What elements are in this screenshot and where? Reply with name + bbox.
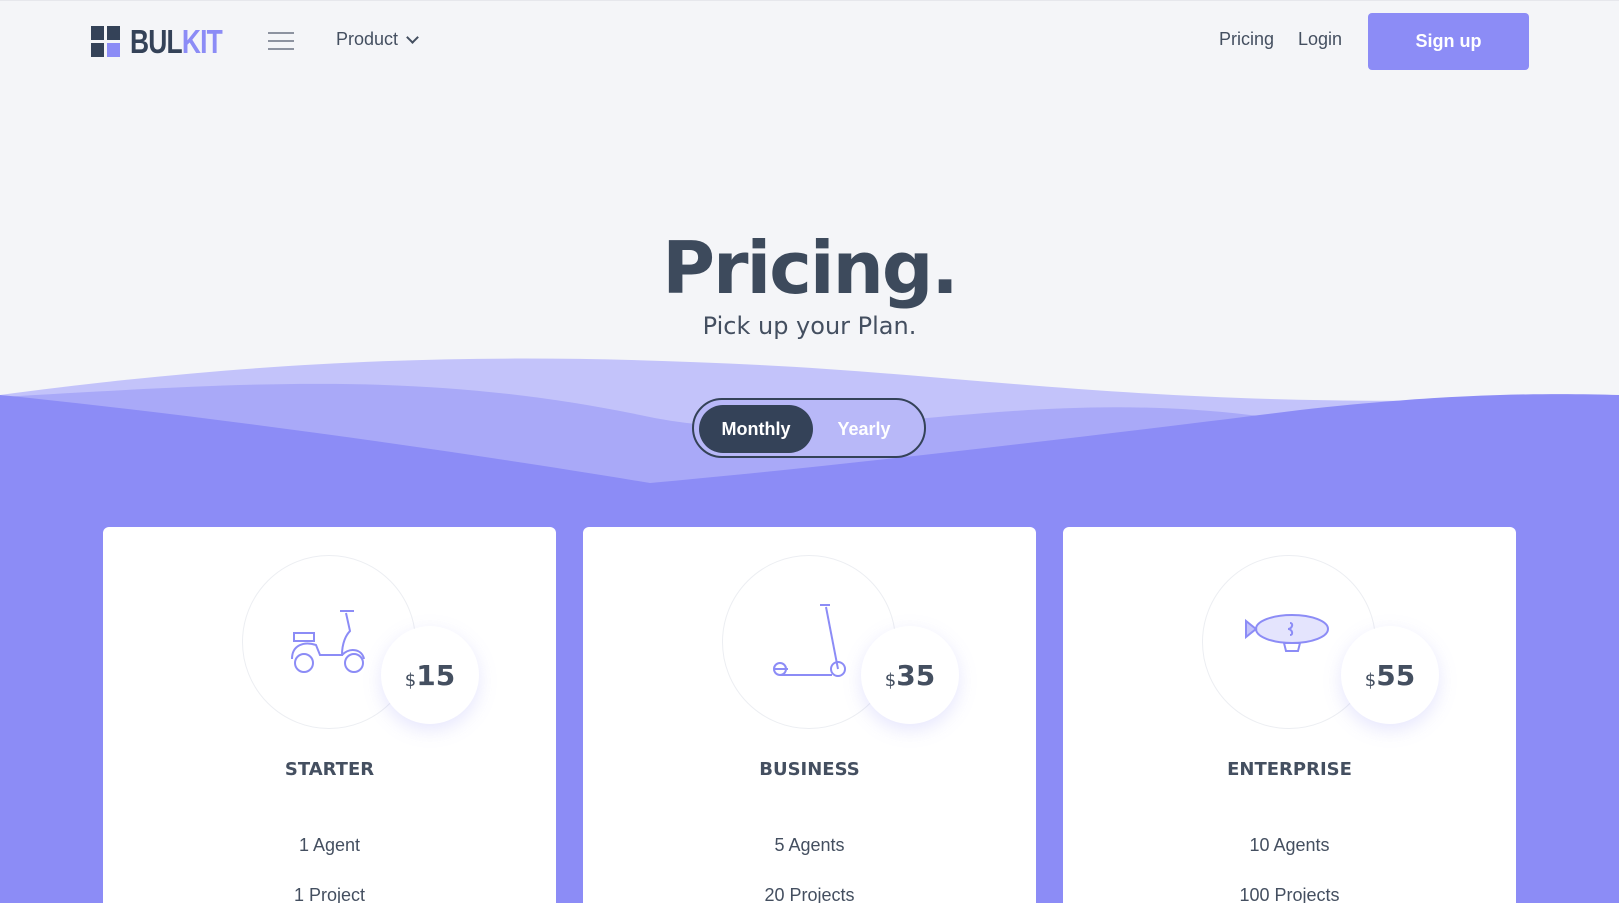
page-subtitle: Pick up your Plan. (702, 312, 917, 340)
pricing-card-starter: $15 STARTER 1 Agent 1 Project (103, 527, 556, 903)
kick-scooter-icon (773, 604, 846, 677)
scooter-icon (291, 610, 365, 673)
currency-symbol: $ (884, 669, 897, 691)
currency-symbol: $ (1364, 669, 1377, 691)
plan-name: STARTER (284, 759, 375, 780)
product-dropdown-label: Product (336, 29, 399, 49)
price-amount: 55 (1376, 658, 1416, 692)
brand-logo[interactable]: BULKIT (91, 25, 245, 58)
navbar: BULKIT Product Pricing Login Sign up (0, 0, 1619, 82)
hamburger-menu-icon[interactable] (268, 32, 294, 50)
plan-feature: 20 Projects (764, 885, 855, 903)
billing-toggle: Monthly Yearly (692, 398, 926, 458)
logo-text-part1: BUL (130, 23, 183, 60)
plan-name: ENTERPRISE (1227, 759, 1352, 780)
plan-feature: 1 Project (293, 885, 366, 903)
logo-text-part2: KIT (181, 23, 223, 60)
toggle-yearly[interactable]: Yearly (807, 405, 921, 453)
nav-link-pricing[interactable]: Pricing (1219, 29, 1274, 50)
plan-feature: 100 Projects (1239, 885, 1340, 903)
plan-name: BUSINESS (759, 759, 860, 780)
price-amount: 15 (416, 658, 456, 692)
toggle-monthly[interactable]: Monthly (699, 405, 813, 453)
logo-mark-icon (91, 26, 120, 57)
signup-button[interactable]: Sign up (1368, 13, 1529, 70)
pricing-card-business: $35 BUSINESS 5 Agents 20 Projects (583, 527, 1036, 903)
price-bubble: $35 (861, 626, 959, 724)
chevron-down-icon (406, 31, 419, 44)
price-bubble: $15 (381, 626, 479, 724)
price-amount: 35 (896, 658, 936, 692)
plan-feature: 1 Agent (298, 835, 361, 855)
product-dropdown[interactable]: Product (336, 29, 419, 50)
pricing-card-enterprise: $55 ENTERPRISE 10 Agents 100 Projects (1063, 527, 1516, 903)
nav-link-login[interactable]: Login (1298, 29, 1342, 50)
currency-symbol: $ (404, 669, 417, 691)
page-title: Pricing. (662, 226, 958, 310)
price-bubble: $55 (1341, 626, 1439, 724)
airship-icon (1245, 614, 1329, 652)
logo-text: BULKIT (130, 23, 223, 60)
plan-feature: 10 Agents (1249, 835, 1330, 855)
plan-feature: 5 Agents (774, 835, 845, 855)
